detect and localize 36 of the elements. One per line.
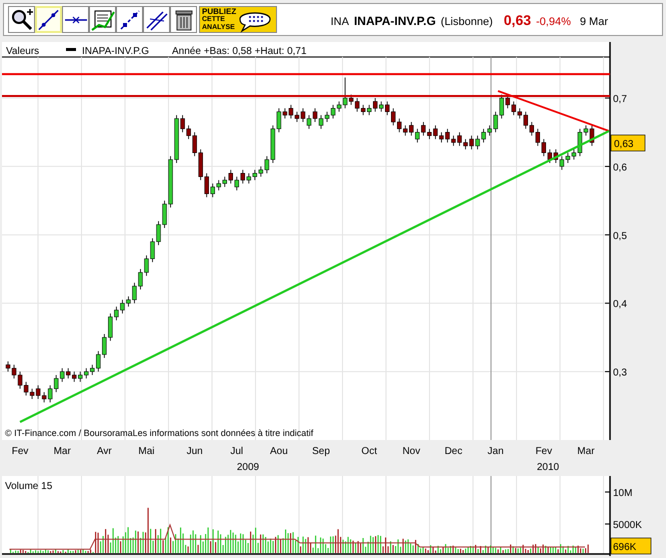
last-price-label: 0,63 [614, 139, 634, 150]
stock-price: 0,63 [504, 12, 532, 28]
price-change: -0,94% [536, 16, 571, 28]
credit-text: © IT-Finance.com / BoursoramaLes informations sont données à titre indicatif [5, 428, 314, 438]
month-label: Aou [270, 446, 288, 457]
month-label: Oct [361, 446, 377, 457]
quote-date: 9 Mar [580, 16, 608, 28]
month-label: Nov [402, 446, 420, 457]
price-axis-label: 0,3 [613, 368, 627, 379]
year-label: 2009 [236, 462, 260, 473]
price-axis-label: 0,5 [613, 230, 627, 242]
month-label: Jan [488, 446, 504, 457]
month-label: Mai [138, 446, 155, 457]
month-label: Jul [230, 446, 244, 457]
legend-label: Valeurs [6, 46, 40, 57]
month-label: Fev [535, 446, 552, 457]
price-axis-label: 0,7 [613, 94, 627, 106]
volume-title: Volume 15 [5, 481, 52, 492]
market-name: (Lisbonne) [440, 16, 493, 28]
month-label: Mar [577, 446, 595, 457]
month-label: Mar [54, 446, 71, 457]
volume-axis-label: 10M [613, 488, 632, 499]
price-axis-label: 0,6 [613, 162, 627, 174]
ticker-code: INA [330, 16, 349, 28]
series-name: INAPA-INV.P.G [82, 46, 150, 57]
month-label: Avr [96, 446, 112, 457]
volume-axis-label: 5000K [613, 520, 642, 531]
month-label: Sep [312, 446, 330, 457]
price-axis-label: 0,4 [613, 299, 627, 310]
range-text: Année +Bas: 0,58 +Haut: 0,71 [172, 46, 307, 57]
month-label: Jun [186, 446, 203, 457]
last-volume-label: 696K [613, 542, 636, 553]
year-label: 2010 [536, 462, 560, 473]
stock-name: INAPA-INV.P.G [354, 14, 436, 28]
month-label: Dec [444, 446, 462, 457]
month-label: Fev [12, 446, 28, 457]
